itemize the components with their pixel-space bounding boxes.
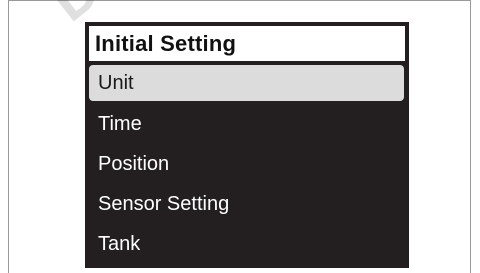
page: DO Initial Setting Unit Time Position Se…	[0, 0, 480, 273]
frame-border-top	[8, 0, 471, 1]
screen-header: Initial Setting	[89, 26, 405, 61]
menu-item-position[interactable]: Position	[87, 144, 407, 184]
menu-item-unit[interactable]: Unit	[89, 65, 404, 101]
menu-item-sensor-setting[interactable]: Sensor Setting	[87, 184, 407, 224]
menu-item-label: Time	[98, 112, 142, 135]
menu-list: Unit Time Position Sensor Setting Tank	[87, 64, 407, 264]
menu-item-time[interactable]: Time	[87, 104, 407, 144]
menu-item-label: Tank	[98, 232, 141, 255]
menu-item-tank[interactable]: Tank	[87, 224, 407, 264]
menu-item-label: Position	[98, 152, 170, 175]
menu-item-label: Unit	[98, 71, 134, 94]
menu-item-label: Sensor Setting	[98, 192, 230, 215]
frame-border-right	[470, 0, 471, 273]
screen-title: Initial Setting	[95, 30, 237, 56]
frame-border-left	[8, 0, 9, 273]
device-screen: Initial Setting Unit Time Position Senso…	[85, 22, 409, 268]
